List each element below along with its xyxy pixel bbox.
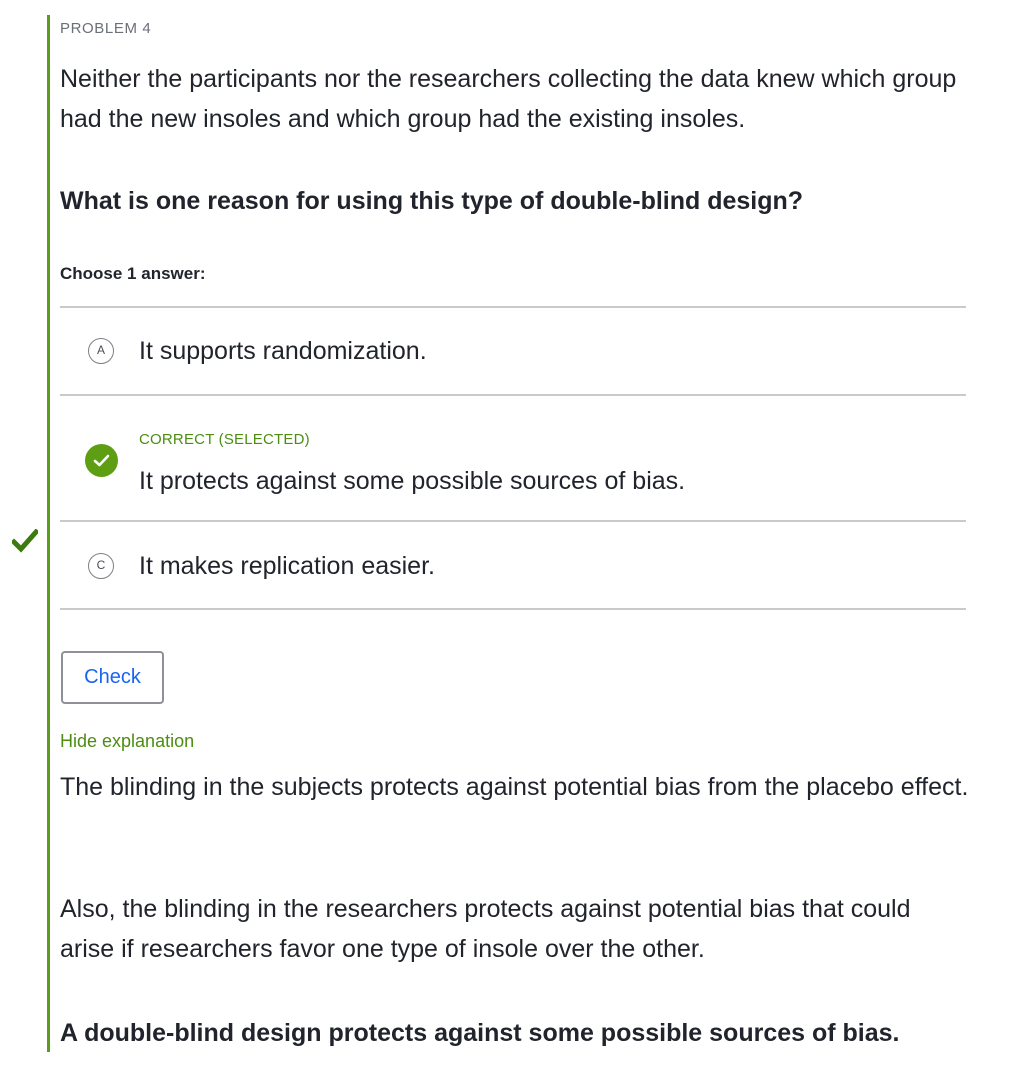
choice-a-text: It supports randomization. [139, 337, 427, 365]
choice-b-text: It protects against some possible source… [139, 467, 686, 495]
problem-correct-checkmark-icon [12, 529, 38, 553]
choose-answer-label: Choose 1 answer: [60, 264, 206, 283]
problem-label: PROBLEM 4 [60, 20, 152, 37]
choice-a-letter-icon: A [88, 338, 114, 364]
choice-b-status: CORRECT (SELECTED) [139, 431, 310, 448]
check-button[interactable]: Check [61, 651, 164, 704]
problem-card: PROBLEM 4 Neither the participants nor t… [47, 15, 980, 1052]
explanation-paragraph: Also, the blinding in the researchers pr… [60, 895, 911, 963]
problem-stem: Neither the participants nor the researc… [60, 65, 957, 133]
question-text: What is one reason for using this type o… [60, 187, 804, 215]
explanation-paragraph: The blinding in the subjects protects ag… [60, 773, 969, 801]
choice-a[interactable]: A It supports randomization. [60, 308, 966, 396]
choice-c-text: It makes replication easier. [139, 552, 435, 580]
check-circle-icon [85, 444, 118, 477]
answer-choices: A It supports randomization. CORRECT (SE… [60, 306, 966, 610]
hide-explanation-link[interactable]: Hide explanation [60, 731, 194, 752]
choice-b[interactable]: CORRECT (SELECTED) It protects against s… [60, 396, 966, 522]
choice-c-letter-icon: C [88, 553, 114, 579]
explanation-conclusion: A double-blind design protects against s… [60, 1019, 900, 1047]
choice-c[interactable]: C It makes replication easier. [60, 522, 966, 610]
